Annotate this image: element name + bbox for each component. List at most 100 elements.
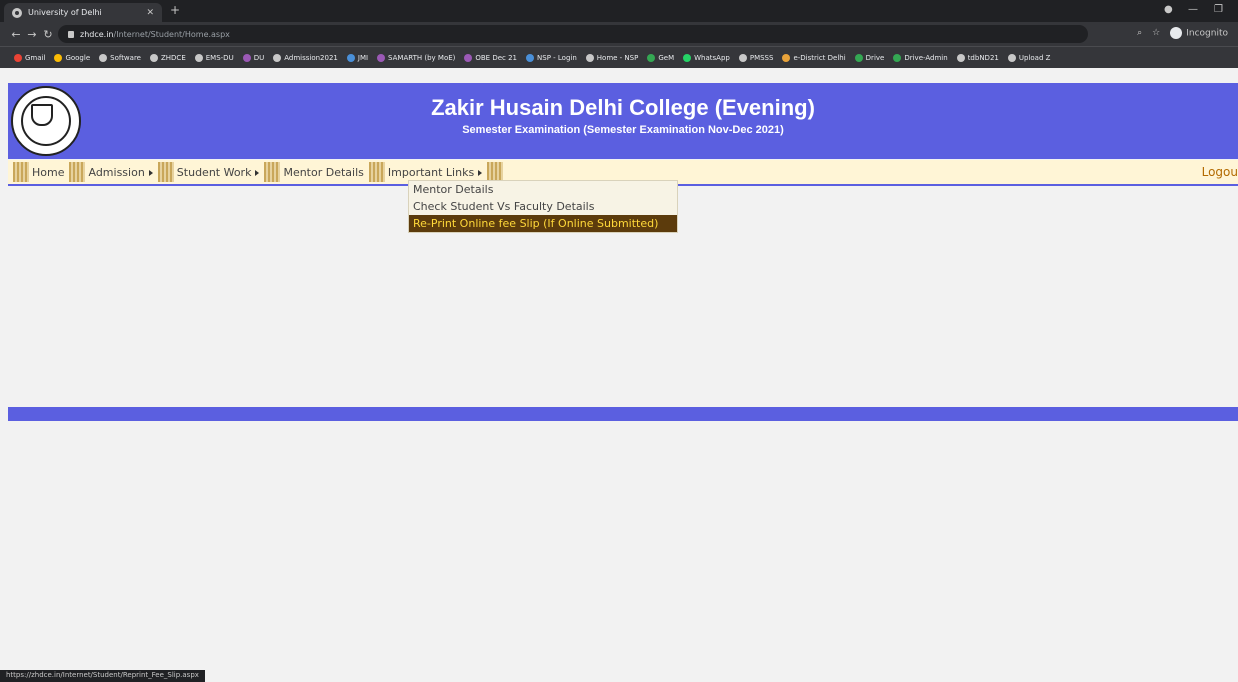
url-domain: zhdce.in — [80, 29, 114, 39]
bookmark-favicon-icon — [683, 53, 692, 62]
bookmark-favicon-icon — [149, 53, 158, 62]
bookmark-item[interactable]: OBE Dec 21 — [464, 53, 517, 62]
incognito-icon — [1170, 27, 1183, 39]
bookmark-favicon-icon — [242, 53, 251, 62]
menu-home[interactable]: Home — [32, 166, 64, 179]
submenu-arrow-icon — [255, 169, 260, 176]
bookmark-favicon-icon — [194, 53, 203, 62]
bookmark-favicon-icon — [346, 53, 355, 62]
bookmark-item[interactable]: NSP - Login — [526, 53, 577, 62]
tab-close-icon[interactable]: ✕ — [146, 8, 154, 18]
minimize-icon[interactable]: — — [1188, 4, 1198, 15]
dropdown-item-check-student-faculty[interactable]: Check Student Vs Faculty Details — [409, 198, 677, 215]
bookmark-favicon-icon — [14, 53, 22, 62]
menu-separator — [69, 162, 86, 182]
bookmark-item[interactable]: WhatsApp — [683, 53, 730, 62]
browser-tabbar: University of Delhi ✕ + ● — ❐ — [0, 0, 1238, 22]
bookmark-favicon-icon — [647, 53, 656, 62]
bookmark-item[interactable]: GeM — [647, 53, 675, 62]
menu-student-work-label: Student Work — [176, 165, 252, 179]
submenu-arrow-icon — [148, 169, 153, 176]
bookmark-favicon-icon — [54, 53, 63, 62]
address-bar[interactable]: zhdce.in /Internet/Student/Home.aspx — [58, 25, 1088, 43]
menu-separator — [264, 162, 281, 182]
bookmark-item[interactable]: JMI — [346, 53, 369, 62]
footer-bar — [8, 407, 1238, 421]
site-title: Zakir Husain Delhi College (Evening) — [431, 95, 815, 120]
bookmark-favicon-icon — [464, 53, 473, 62]
bookmark-label: Drive — [865, 53, 885, 62]
bookmark-favicon-icon — [893, 53, 902, 62]
bookmark-label: Home - NSP — [596, 53, 639, 62]
bookmark-favicon-icon — [738, 53, 747, 62]
bookmark-label: EMS-DU — [205, 53, 234, 62]
bookmark-item[interactable]: DU — [242, 53, 264, 62]
logout-link[interactable]: Logou — [1202, 165, 1238, 179]
menu-student-work[interactable]: Student Work — [177, 166, 260, 179]
bookmark-item[interactable]: Software — [99, 53, 141, 62]
bookmark-label: GeM — [658, 53, 675, 62]
menu-separator — [487, 162, 504, 182]
bookmark-favicon-icon — [782, 53, 791, 62]
status-bar-url: https://zhdce.in/Internet/Student/Reprin… — [0, 670, 205, 682]
bookmark-label: Gmail — [25, 53, 46, 62]
bookmark-label: Google — [65, 53, 91, 62]
bookmark-favicon-icon — [377, 53, 386, 62]
bookmark-label: NSP - Login — [537, 53, 577, 62]
dropdown-item-reprint-fee-slip[interactable]: Re-Print Online fee Slip (If Online Subm… — [409, 215, 677, 232]
bookmark-item[interactable]: Drive-Admin — [893, 53, 948, 62]
bookmark-label: JMI — [357, 53, 369, 62]
tab-favicon-icon — [12, 7, 22, 18]
bookmark-favicon-icon — [273, 53, 282, 62]
new-tab-icon[interactable]: + — [170, 3, 180, 17]
bookmark-item[interactable]: EMS-DU — [194, 53, 234, 62]
bookmark-favicon-icon — [956, 53, 965, 62]
bookmark-item[interactable]: Drive — [854, 53, 885, 62]
bookmark-label: tdbND21 — [967, 53, 999, 62]
bookmark-item[interactable]: Home - NSP — [585, 53, 639, 62]
submenu-arrow-icon — [478, 169, 483, 176]
page-content: Zakir Husain Delhi College (Evening) Sem… — [0, 68, 1238, 682]
bookmark-item[interactable]: ZHDCE — [149, 53, 186, 62]
bookmark-label: WhatsApp — [694, 53, 730, 62]
bookmark-favicon-icon — [585, 53, 594, 62]
bookmark-item[interactable]: e-District Delhi — [782, 53, 846, 62]
bookmark-favicon-icon — [526, 53, 535, 62]
bookmark-favicon-icon — [99, 53, 108, 62]
browser-toolbar: ← → ↻ zhdce.in /Internet/Student/Home.as… — [0, 22, 1238, 46]
bookmark-label: Software — [110, 53, 141, 62]
extension-icon[interactable]: ● — [1164, 4, 1173, 15]
bookmark-label: PMSSS — [749, 53, 774, 62]
menu-admission[interactable]: Admission — [88, 166, 153, 179]
url-path: /Internet/Student/Home.aspx — [113, 29, 230, 39]
incognito-indicator[interactable]: Incognito — [1170, 27, 1228, 39]
lock-icon — [68, 30, 74, 38]
bookmark-item[interactable]: PMSSS — [738, 53, 774, 62]
back-icon[interactable]: ← — [10, 28, 22, 41]
site-subtitle: Semester Examination (Semester Examinati… — [462, 124, 784, 136]
bookmark-item[interactable]: Google — [54, 53, 91, 62]
reload-icon[interactable]: ↻ — [42, 28, 54, 41]
bookmark-item[interactable]: Admission2021 — [273, 53, 338, 62]
browser-tab[interactable]: University of Delhi ✕ — [4, 3, 162, 22]
menu-important-links[interactable]: Important Links — [388, 166, 483, 179]
bookmark-item[interactable]: Upload Z — [1007, 53, 1051, 62]
bookmarks-bar: Gmail Google Software ZHDCE EMS-DU DU Admissio… — [0, 46, 1238, 68]
bookmark-item[interactable]: Gmail — [14, 53, 46, 62]
restore-icon[interactable]: ❐ — [1214, 4, 1223, 15]
forward-icon[interactable]: → — [26, 28, 38, 41]
bookmark-favicon-icon — [1007, 53, 1016, 62]
bookmark-label: SAMARTH (by MoE) — [388, 53, 456, 62]
menu-mentor-details[interactable]: Mentor Details — [283, 166, 363, 179]
menu-separator — [13, 162, 29, 182]
bookmark-favicon-icon — [854, 53, 863, 62]
zoom-icon[interactable]: ⌕ — [1137, 28, 1142, 38]
dropdown-item-mentor-details[interactable]: Mentor Details — [409, 181, 677, 198]
bookmark-item[interactable]: tdbND21 — [956, 53, 999, 62]
bookmark-label: Upload Z — [1018, 53, 1051, 62]
menu-separator — [157, 162, 174, 182]
bookmark-item[interactable]: SAMARTH (by MoE) — [377, 53, 456, 62]
bookmark-label: Admission2021 — [284, 53, 338, 62]
bookmark-star-icon[interactable]: ☆ — [1152, 28, 1160, 38]
site-header: Zakir Husain Delhi College (Evening) Sem… — [8, 83, 1238, 159]
